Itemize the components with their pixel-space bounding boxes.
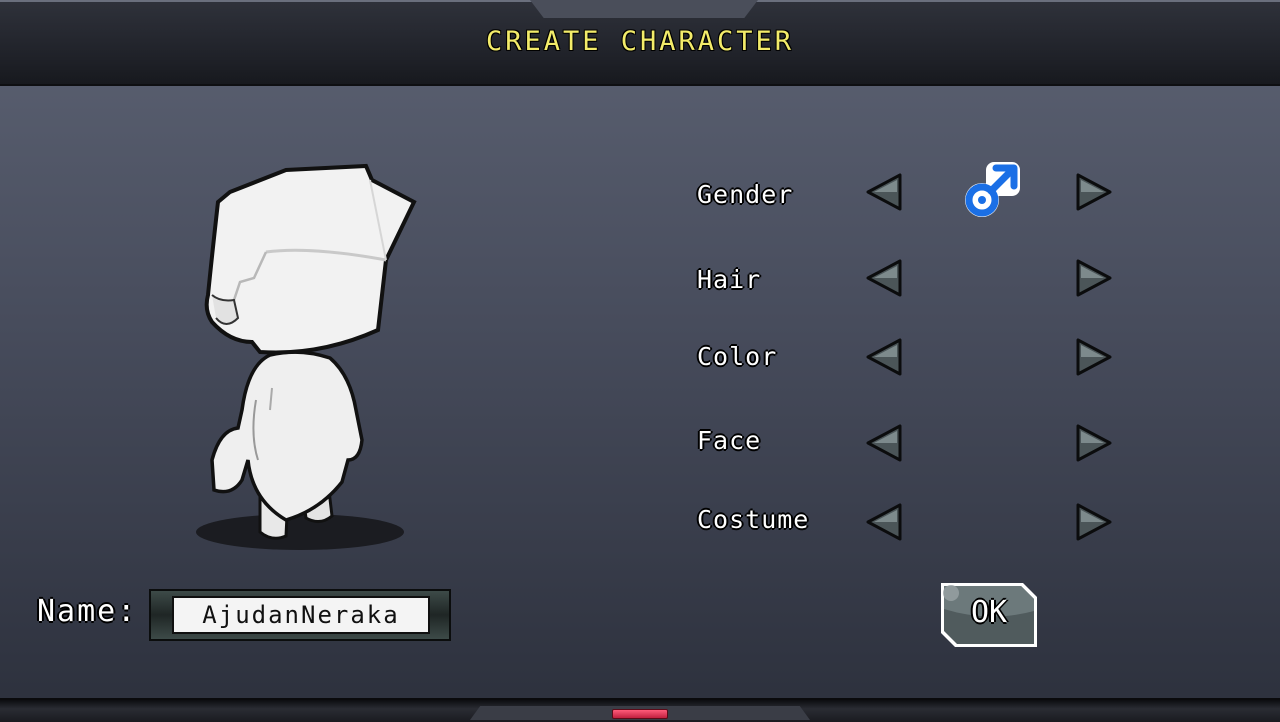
ok-button[interactable] [939,581,1039,649]
title-bar-notch [530,0,758,18]
character-preview [196,163,417,550]
color-prev-arrow[interactable] [864,337,904,377]
indicator-light [612,709,668,719]
costume-next-arrow[interactable] [1074,502,1114,542]
page-title: CREATE CHARACTER [485,26,795,57]
hair-next-arrow[interactable] [1074,258,1114,298]
costume-label: Costume [697,505,810,534]
face-next-arrow[interactable] [1074,423,1114,463]
gender-next-arrow[interactable] [1074,172,1114,212]
gender-prev-arrow[interactable] [864,172,904,212]
hair-prev-arrow[interactable] [864,258,904,298]
face-prev-arrow[interactable] [864,423,904,463]
name-label: Name: [37,594,138,629]
face-label: Face [697,426,762,455]
male-symbol-icon [965,162,1020,217]
color-next-arrow[interactable] [1074,337,1114,377]
name-input[interactable] [172,596,430,634]
gender-label: Gender [697,180,794,209]
costume-prev-arrow[interactable] [864,502,904,542]
hair-label: Hair [697,265,762,294]
color-label: Color [697,342,778,371]
